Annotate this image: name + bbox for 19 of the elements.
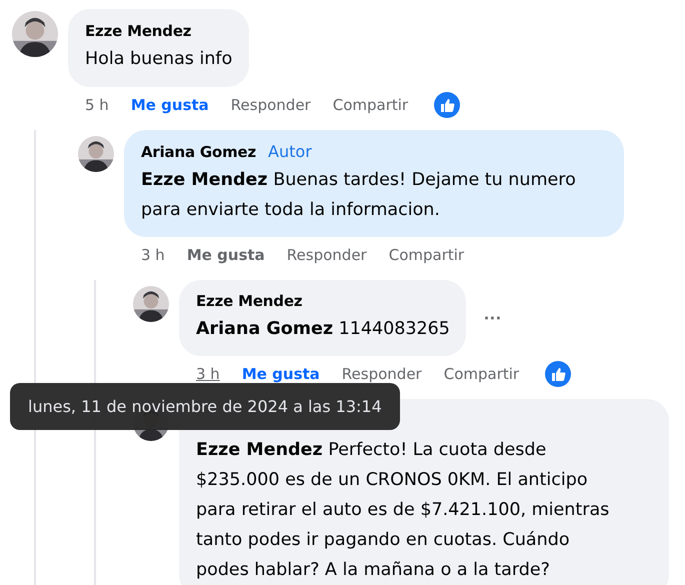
date-tooltip: lunes, 11 de noviembre de 2024 a las 13:14	[10, 383, 400, 430]
author-name[interactable]: Ariana Gomez	[141, 143, 256, 161]
comment-text: Ezze Mendez Buenas tardes! Dejame tu numero para enviarte toda la informacion.	[141, 169, 577, 222]
comment-text: Ariana Gomez 1144083265	[196, 318, 450, 341]
more-options-button[interactable]: ···	[480, 308, 506, 328]
share-button[interactable]: Compartir	[388, 242, 464, 268]
timestamp-link[interactable]: 3 h	[141, 242, 165, 268]
share-button[interactable]: Compartir	[444, 361, 520, 387]
like-button[interactable]: Me gusta	[130, 92, 209, 118]
reply-button[interactable]: Responder	[286, 242, 367, 268]
reply-button[interactable]: Responder	[230, 92, 311, 118]
comment-text: Hola buenas info	[85, 48, 232, 71]
author-name[interactable]: Ezze Mendez	[85, 22, 192, 40]
like-button[interactable]: Me gusta	[186, 242, 265, 268]
author-label: Autor	[268, 142, 312, 161]
comment-text: Ezze Mendez Perfecto! La cuota desde $235.000 es de un CRONOS 0KM. El anticipo para retirar el auto es de $7.421.100, mientras tanto podes ir pagando en cuotas. Cuándo podes hablar? A la mañana o a la tarde?	[196, 439, 610, 582]
timestamp-link[interactable]: 5 h	[85, 92, 109, 118]
share-button[interactable]: Compartir	[332, 92, 408, 118]
author-name[interactable]: Ezze Mendez	[196, 292, 302, 310]
